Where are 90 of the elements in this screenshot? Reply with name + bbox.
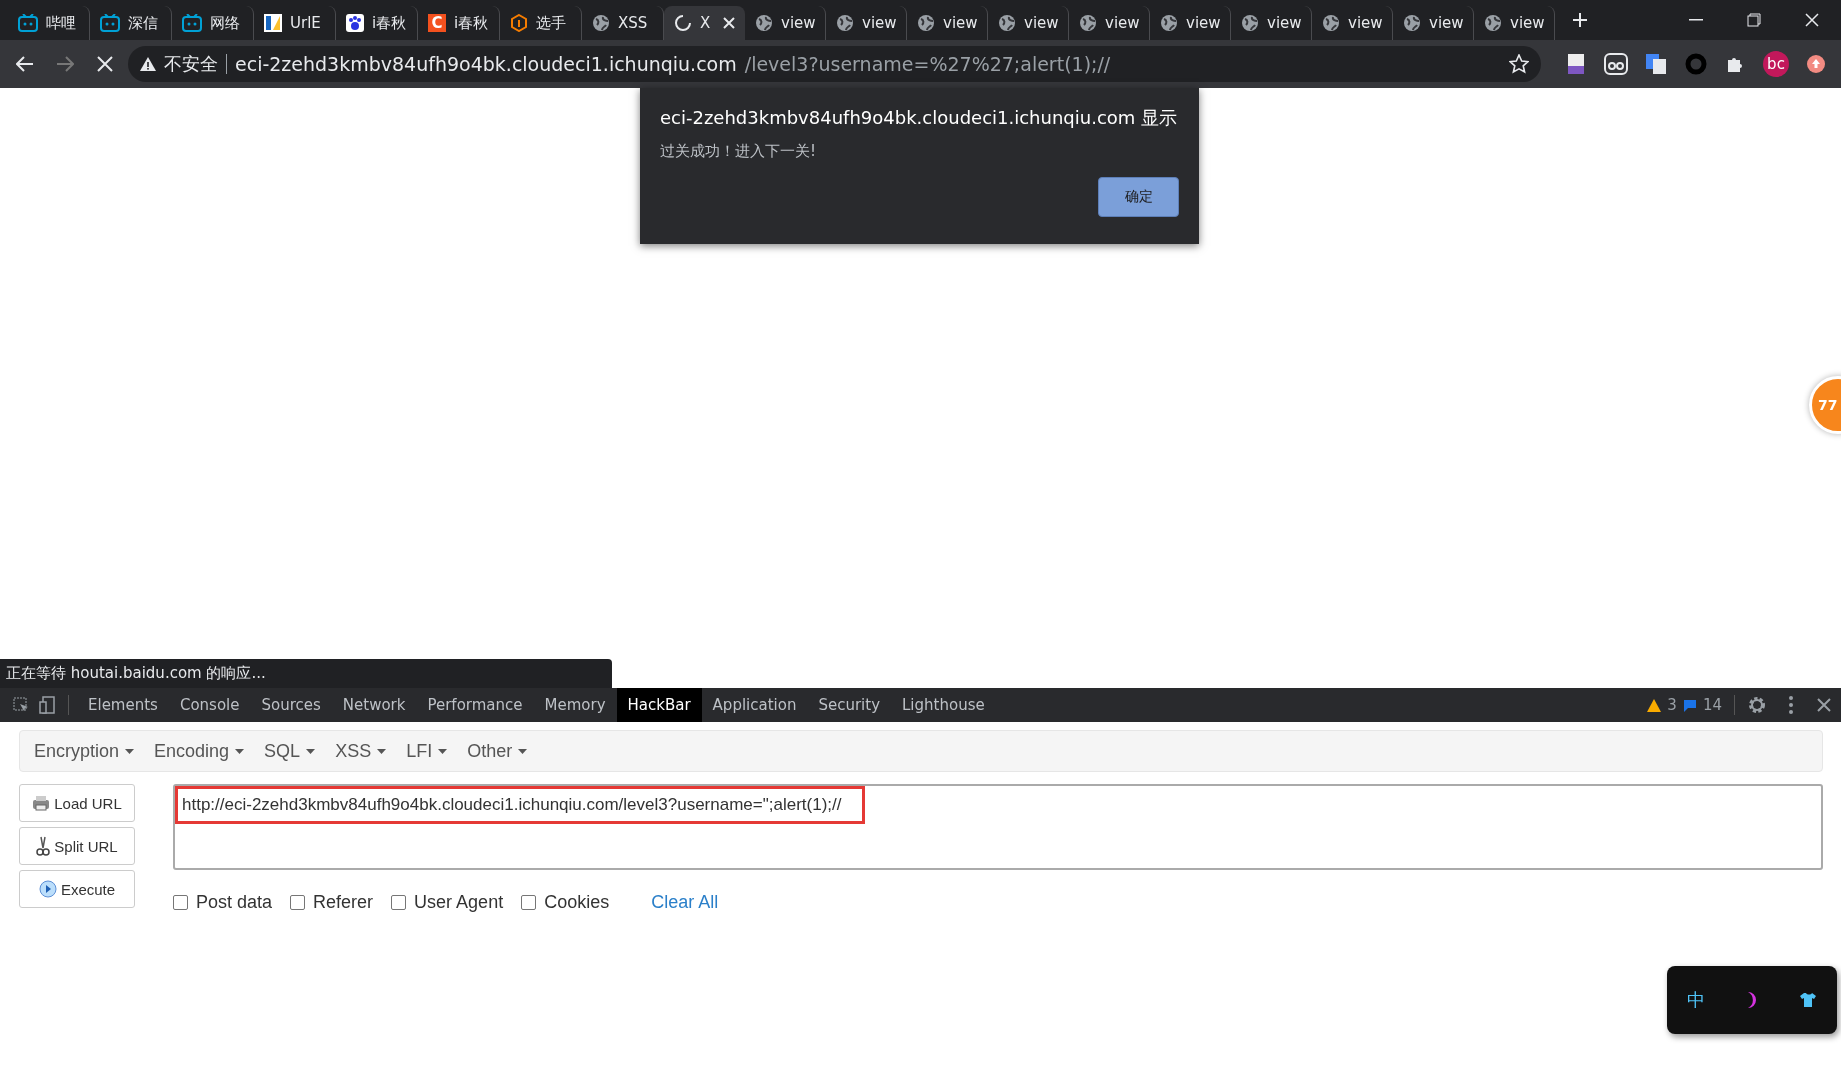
minimize-icon[interactable] — [1689, 19, 1703, 21]
checkbox[interactable] — [391, 895, 407, 910]
checkbox[interactable] — [521, 895, 537, 910]
spinner-icon — [674, 14, 692, 32]
devtools-tab[interactable]: Sources — [250, 688, 332, 722]
caret-icon — [235, 748, 245, 754]
url-host: eci-2zehd3kmbv84ufh9o4bk.cloudeci1.ichunqiu.com — [235, 53, 737, 75]
settings-icon[interactable] — [1747, 695, 1767, 715]
close-icon[interactable] — [1817, 698, 1831, 712]
forward-arrow-icon[interactable] — [56, 56, 74, 72]
scissors-icon — [36, 836, 51, 856]
dialog-message: 过关成功！进入下一关! — [660, 142, 817, 161]
menu-dropdown[interactable]: Other — [459, 740, 536, 762]
document-icon[interactable] — [1567, 53, 1585, 75]
globe-icon — [1322, 14, 1340, 32]
hexagon-icon — [510, 14, 528, 32]
message-icon[interactable] — [1682, 698, 1697, 712]
tv-icon — [182, 14, 202, 32]
letter-icon: C — [428, 14, 446, 32]
widget-label[interactable]: 中 — [1687, 988, 1705, 1012]
tv-icon — [100, 14, 120, 32]
globe-icon — [1403, 14, 1421, 32]
hackbar-button[interactable]: Execute — [19, 870, 135, 908]
message-count[interactable]: 14 — [1702, 696, 1722, 714]
option-label: User Agent — [414, 892, 504, 913]
devtools-tab[interactable]: Application — [701, 688, 808, 722]
stop-icon[interactable] — [97, 56, 113, 72]
printer-icon — [32, 795, 51, 811]
glasses-icon[interactable] — [1604, 53, 1628, 75]
browser-tab[interactable]: X — [664, 6, 745, 40]
status-text: 正在等待 houtai.baidu.com 的响应... — [0, 659, 612, 688]
globe-icon — [592, 14, 610, 32]
restore-icon[interactable] — [1747, 13, 1761, 27]
devtools-tab[interactable]: Elements — [77, 688, 169, 722]
menu-dropdown[interactable]: XSS — [327, 740, 395, 762]
option-label: Post data — [196, 892, 273, 913]
caret-icon — [438, 748, 448, 754]
caret-icon — [125, 748, 135, 754]
checkbox[interactable] — [173, 895, 188, 910]
upload-icon[interactable] — [1806, 54, 1826, 74]
globe-icon — [1241, 14, 1259, 32]
security-label: 不安全 — [164, 52, 218, 76]
stripes-icon — [264, 14, 282, 32]
hackbar-button[interactable]: Split URL — [19, 827, 135, 865]
menu-dropdown[interactable]: Encryption — [26, 740, 143, 762]
devtools-tab[interactable]: Lighthouse — [891, 688, 996, 722]
globe-icon — [836, 14, 854, 32]
inspect-icon[interactable] — [13, 697, 29, 713]
back-arrow-icon[interactable] — [16, 56, 34, 72]
globe-icon — [1484, 14, 1502, 32]
globe-icon — [1079, 14, 1097, 32]
device-icon[interactable] — [39, 696, 55, 714]
caret-icon — [306, 748, 316, 754]
devtools-tab[interactable]: HackBar — [616, 688, 702, 722]
warning-icon[interactable] — [1647, 698, 1662, 712]
devtools-tab[interactable]: Security — [807, 688, 891, 722]
globe-icon — [998, 14, 1016, 32]
caret-icon — [377, 748, 387, 754]
menu-dropdown[interactable]: SQL — [256, 740, 324, 762]
menu-dropdown[interactable]: LFI — [398, 740, 456, 762]
globe-icon — [917, 14, 935, 32]
menu-dropdown[interactable]: Encoding — [146, 740, 253, 762]
devtools-tab[interactable]: Network — [331, 688, 417, 722]
devtools-tab[interactable]: Memory — [533, 688, 617, 722]
plus-icon[interactable] — [1572, 12, 1588, 28]
globe-icon — [1160, 14, 1178, 32]
paw-icon — [346, 14, 364, 32]
url-text: http://eci-2zehd3kmbv84ufh9o4bk.cloudeci1.ichunqiu.com/level3?username=";alert(1);// — [175, 786, 865, 824]
warning-icon — [140, 57, 156, 71]
star-icon[interactable] — [1509, 54, 1529, 74]
warning-count[interactable]: 3 — [1667, 696, 1677, 714]
devtools-tab[interactable]: Performance — [416, 688, 534, 722]
address-bar[interactable]: 不安全 eci-2zehd3kmbv84ufh9o4bk.cloudeci1.ichunqiu.com /level3?username=%27%27;alert(1);// — [128, 46, 1541, 82]
translate-icon[interactable] — [1645, 53, 1667, 75]
checkbox[interactable] — [290, 895, 306, 910]
globe-icon — [755, 14, 773, 32]
shirt-icon[interactable] — [1799, 992, 1817, 1008]
devtools-tab[interactable]: Console — [168, 688, 251, 722]
option-label: Referer — [313, 892, 374, 913]
dialog-title: eci-2zehd3kmbv84ufh9o4bk.cloudeci1.ichunqiu.com 显示 — [660, 106, 1179, 130]
play-icon — [38, 880, 57, 898]
tv-icon — [18, 14, 38, 32]
ok-button[interactable]: 确定 — [1098, 177, 1179, 217]
hackbar-button[interactable]: Load URL — [19, 784, 135, 822]
caret-icon — [518, 748, 528, 754]
option-label: Cookies — [544, 892, 610, 913]
url-input[interactable]: http://eci-2zehd3kmbv84ufh9o4bk.cloudeci1.ichunqiu.com/level3?username=";alert(1);// — [173, 784, 1823, 870]
clear-all-link[interactable]: Clear All — [651, 892, 719, 913]
url-path: /level3?username=%27%27;alert(1);// — [744, 53, 1112, 75]
profile-avatar[interactable]: bc — [1763, 51, 1789, 77]
